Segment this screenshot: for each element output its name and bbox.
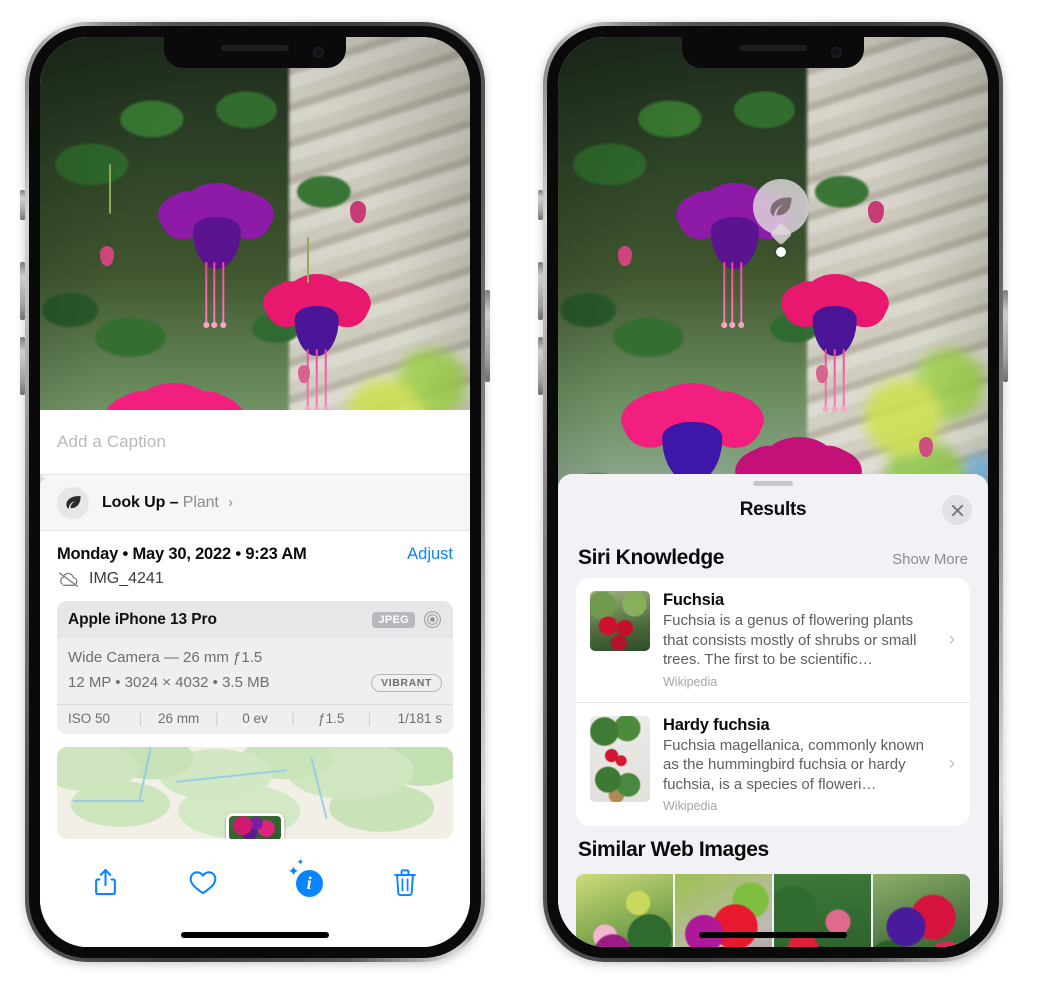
screenshot-stage: Add a Caption ✦ ✦ Look Up – Plant <box>0 0 1055 985</box>
silence-switch[interactable] <box>538 190 543 220</box>
caption-input[interactable]: Add a Caption <box>40 410 470 475</box>
look-up-title: Look Up – <box>102 493 179 511</box>
right-phone-bezel: Results Siri Knowledge Show More Fuchsia… <box>547 26 999 958</box>
caption-placeholder: Add a Caption <box>57 432 167 452</box>
divider: | <box>215 711 219 726</box>
section-title: Similar Web Images <box>578 838 769 861</box>
volume-down-button[interactable] <box>20 337 25 395</box>
exif-device-row: Apple iPhone 13 Pro JPEG <box>57 601 453 639</box>
power-button[interactable] <box>1003 290 1008 382</box>
chevron-right-icon: › <box>228 493 234 511</box>
right-phone-screen: Results Siri Knowledge Show More Fuchsia… <box>558 37 988 947</box>
style-badge: VIBRANT <box>371 673 442 692</box>
cloud-slash-icon <box>57 571 80 588</box>
visual-lookup-pin[interactable] <box>753 179 809 257</box>
exif-body: Wide Camera — 26 mm ƒ1.5 12 MP • 3024 × … <box>57 638 453 704</box>
share-icon[interactable] <box>93 867 118 897</box>
photo-info-panel: Add a Caption ✦ ✦ Look Up – Plant <box>40 410 470 947</box>
notch <box>682 37 864 68</box>
results-sheet: Results Siri Knowledge Show More Fuchsia… <box>558 474 988 947</box>
volume-down-button[interactable] <box>538 337 543 395</box>
left-phone-screen: Add a Caption ✦ ✦ Look Up – Plant <box>40 37 470 947</box>
sheet-header: Results <box>558 486 988 534</box>
sheet-title: Results <box>739 499 807 520</box>
close-icon[interactable] <box>942 495 972 525</box>
exif-shutter: 1/181 s <box>397 711 442 726</box>
exif-iso: ISO 50 <box>68 711 111 726</box>
adjust-button[interactable]: Adjust <box>407 545 453 564</box>
knowledge-item[interactable]: Fuchsia Fuchsia is a genus of flowering … <box>576 578 970 702</box>
similar-web-images-header: Similar Web Images <box>558 826 988 870</box>
exif-card[interactable]: Apple iPhone 13 Pro JPEG Wide Camera — 2… <box>57 601 453 734</box>
exif-shot-row: ISO 50 | 26 mm | 0 ev | ƒ1.5 | 1/181 s <box>57 704 453 734</box>
show-more-button[interactable]: Show More <box>892 551 968 568</box>
web-image-thumbnail[interactable] <box>576 874 673 947</box>
map-road <box>72 800 145 803</box>
leaf-icon <box>753 179 809 235</box>
notch <box>164 37 346 68</box>
left-phone-device: Add a Caption ✦ ✦ Look Up – Plant <box>20 22 490 962</box>
section-title: Siri Knowledge <box>578 546 725 569</box>
look-up-subject: Plant <box>182 493 219 511</box>
format-badge: JPEG <box>372 611 415 628</box>
knowledge-source: Wikipedia <box>663 799 718 813</box>
knowledge-description: Fuchsia magellanica, commonly known as t… <box>663 736 924 793</box>
look-up-label: Look Up – Plant › <box>102 494 233 512</box>
metadata-block: Monday • May 30, 2022 • 9:23 AM Adjust I… <box>40 530 470 589</box>
chevron-right-icon: › <box>948 628 955 650</box>
photo-toolbar: ✦ ✦ i <box>40 851 470 913</box>
exif-focal: 26 mm <box>158 711 200 726</box>
map-photo-pin[interactable] <box>226 813 284 839</box>
knowledge-thumbnail <box>590 715 650 802</box>
knowledge-title: Hardy fuchsia <box>663 715 770 734</box>
location-map[interactable] <box>57 747 453 839</box>
home-indicator[interactable] <box>699 932 847 938</box>
knowledge-thumbnail <box>590 591 650 651</box>
exif-exposure: 0 ev <box>242 711 268 726</box>
front-camera <box>831 47 842 58</box>
info-glyph: i <box>295 870 323 897</box>
size-line: 12 MP • 3024 × 4032 • 3.5 MB <box>68 673 270 691</box>
knowledge-source: Wikipedia <box>663 674 718 689</box>
device-name: Apple iPhone 13 Pro <box>68 610 217 628</box>
front-camera <box>313 47 324 58</box>
heart-icon[interactable] <box>188 869 218 896</box>
look-up-row[interactable]: ✦ ✦ Look Up – Plant › <box>40 470 470 531</box>
knowledge-item[interactable]: Hardy fuchsia Fuchsia magellanica, commo… <box>576 701 970 827</box>
power-button[interactable] <box>485 290 490 382</box>
volume-up-button[interactable] <box>20 262 25 320</box>
filename-row: IMG_4241 <box>57 570 453 588</box>
chevron-right-icon: › <box>948 753 955 775</box>
earpiece-speaker <box>221 45 289 51</box>
divider: | <box>291 711 295 726</box>
trash-icon[interactable] <box>393 868 417 897</box>
leaf-icon <box>57 486 89 519</box>
home-indicator-area <box>40 913 470 947</box>
home-indicator[interactable] <box>181 932 329 938</box>
earpiece-speaker <box>739 45 807 51</box>
pin-anchor-dot <box>776 247 786 257</box>
photo-filename: IMG_4241 <box>89 570 164 588</box>
silence-switch[interactable] <box>20 190 25 220</box>
knowledge-title: Fuchsia <box>663 591 724 609</box>
siri-knowledge-card: Fuchsia Fuchsia is a genus of flowering … <box>576 578 970 826</box>
exif-fstop: ƒ1.5 <box>318 711 345 726</box>
metadata-date-row: Monday • May 30, 2022 • 9:23 AM Adjust <box>57 545 453 564</box>
lens-line: Wide Camera — 26 mm ƒ1.5 <box>68 649 263 667</box>
divider: | <box>367 711 372 726</box>
pin-thumbnail <box>229 816 281 839</box>
knowledge-description: Fuchsia is a genus of flowering plants t… <box>663 612 917 668</box>
volume-up-button[interactable] <box>538 262 543 320</box>
aperture-icon <box>423 610 442 629</box>
web-image-thumbnail[interactable] <box>873 874 970 947</box>
right-phone-device: Results Siri Knowledge Show More Fuchsia… <box>538 22 1008 962</box>
photo-date: Monday • May 30, 2022 • 9:23 AM <box>57 545 307 564</box>
divider: | <box>138 711 143 726</box>
left-phone-bezel: Add a Caption ✦ ✦ Look Up – Plant <box>29 26 481 958</box>
info-sparkle-icon[interactable]: ✦ ✦ i <box>288 858 323 897</box>
siri-knowledge-header: Siri Knowledge Show More <box>558 534 988 578</box>
sparkle-icon: ✦ <box>296 857 305 867</box>
exif-size-row: 12 MP • 3024 × 4032 • 3.5 MB VIBRANT <box>68 671 442 695</box>
